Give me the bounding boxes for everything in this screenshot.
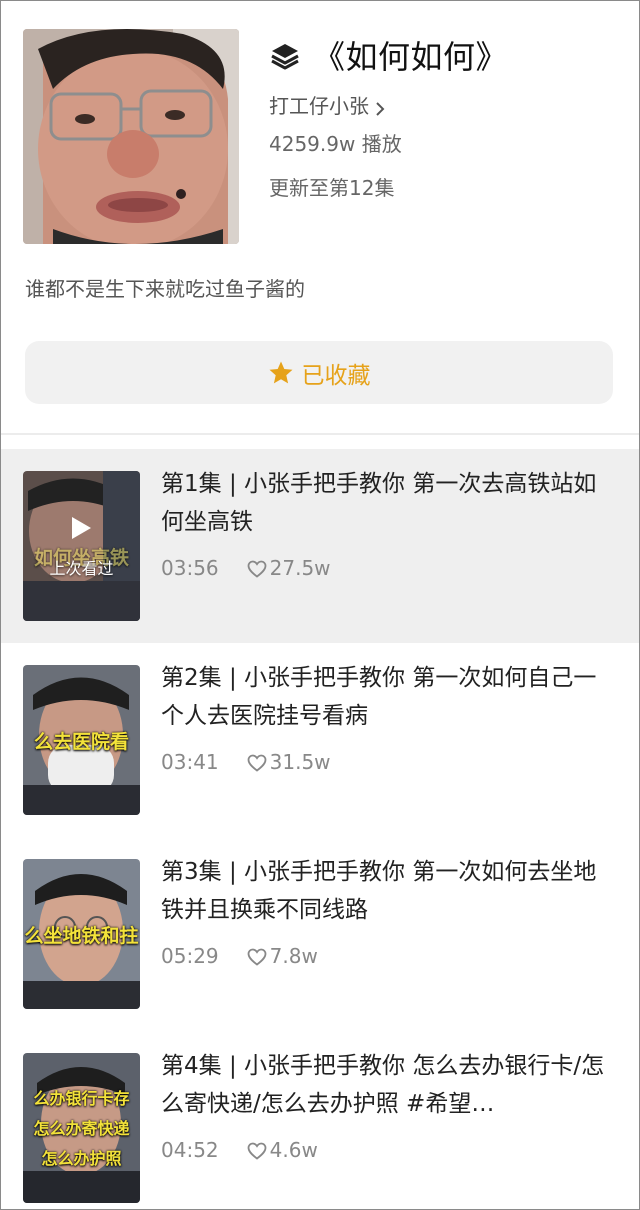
episode-thumbnail: 么办银行卡存 怎么办寄快递 怎么办护照 bbox=[23, 1053, 140, 1203]
playlist-description: 谁都不是生下来就吃过鱼子酱的 bbox=[25, 277, 305, 301]
episode-thumb-caption-line-2: 怎么办寄快递 bbox=[33, 1119, 130, 1138]
episode-meta: 03:41 31.5w bbox=[161, 747, 331, 777]
episode-likes: 27.5w bbox=[269, 556, 331, 580]
playlist-info: 《如何如何》 打工仔小张 4259.9w 播放 更新至第12集 bbox=[269, 31, 619, 203]
episode-meta: 05:29 7.8w bbox=[161, 941, 318, 971]
playlist-title-row: 《如何如何》 bbox=[269, 31, 619, 79]
playlist-page: 《如何如何》 打工仔小张 4259.9w 播放 更新至第12集 谁都不是生下来就… bbox=[0, 0, 640, 1210]
episode-duration: 03:41 bbox=[161, 750, 219, 774]
episode-thumb-caption: 么去医院看 bbox=[33, 731, 129, 753]
star-icon bbox=[268, 360, 294, 386]
favorite-button[interactable]: 已收藏 bbox=[25, 341, 613, 404]
play-count: 4259.9w 播放 bbox=[269, 132, 402, 156]
episode-item-4[interactable]: 么办银行卡存 怎么办寄快递 怎么办护照 第4集 | 小张手把手教你 怎么去办银行… bbox=[1, 1031, 639, 1209]
play-icon bbox=[69, 515, 93, 541]
heart-icon bbox=[247, 947, 267, 966]
playlist-cover-image bbox=[23, 29, 239, 244]
episode-thumbnail: 么去医院看 bbox=[23, 665, 140, 815]
episode-item-1[interactable]: 如何坐高铁 上次看过 第1集 | 小张手把手教你 第一次去高铁站如何坐高铁 03… bbox=[1, 449, 639, 643]
update-status: 更新至第12集 bbox=[269, 176, 395, 200]
episode-likes: 7.8w bbox=[269, 944, 318, 968]
episode-title: 第3集 | 小张手把手教你 第一次如何去坐地铁并且换乘不同线路 bbox=[161, 859, 597, 923]
episode-duration: 04:52 bbox=[161, 1138, 219, 1162]
favorite-label: 已收藏 bbox=[301, 362, 371, 389]
section-divider bbox=[1, 433, 639, 435]
episode-meta: 03:56 27.5w bbox=[161, 553, 331, 583]
episode-likes: 4.6w bbox=[269, 1138, 318, 1162]
playlist-title: 《如何如何》 bbox=[313, 38, 509, 76]
heart-icon bbox=[247, 1141, 267, 1160]
heart-icon bbox=[247, 559, 267, 578]
author-link[interactable]: 打工仔小张 bbox=[269, 89, 619, 119]
episode-item-3[interactable]: 么坐地铁和拄 第3集 | 小张手把手教你 第一次如何去坐地铁并且换乘不同线路 0… bbox=[1, 837, 639, 1031]
episode-duration: 05:29 bbox=[161, 944, 219, 968]
layers-icon bbox=[269, 39, 301, 71]
episode-duration: 03:56 bbox=[161, 556, 219, 580]
episode-thumb-caption: 么坐地铁和拄 bbox=[24, 925, 139, 947]
episode-item-2[interactable]: 么去医院看 第2集 | 小张手把手教你 第一次如何自己一个人去医院挂号看病 03… bbox=[1, 643, 639, 837]
episode-meta: 04:52 4.6w bbox=[161, 1135, 318, 1165]
episode-thumbnail: 么坐地铁和拄 bbox=[23, 859, 140, 1009]
episode-title: 第4集 | 小张手把手教你 怎么去办银行卡/怎么寄快递/怎么去办护照 #希望… bbox=[161, 1053, 605, 1117]
episode-likes: 31.5w bbox=[269, 750, 331, 774]
last-watched-label: 上次看过 bbox=[49, 559, 114, 578]
episode-title: 第1集 | 小张手把手教你 第一次去高铁站如何坐高铁 bbox=[161, 471, 597, 535]
episode-thumbnail: 如何坐高铁 上次看过 bbox=[23, 471, 140, 621]
author-name: 打工仔小张 bbox=[269, 93, 369, 118]
chevron-right-icon bbox=[375, 97, 385, 116]
heart-icon bbox=[247, 753, 267, 772]
episode-thumb-caption-line-1: 么办银行卡存 bbox=[33, 1089, 130, 1108]
episode-title: 第2集 | 小张手把手教你 第一次如何自己一个人去医院挂号看病 bbox=[161, 665, 597, 729]
episode-thumb-caption-line-3: 怎么办护照 bbox=[41, 1149, 122, 1168]
